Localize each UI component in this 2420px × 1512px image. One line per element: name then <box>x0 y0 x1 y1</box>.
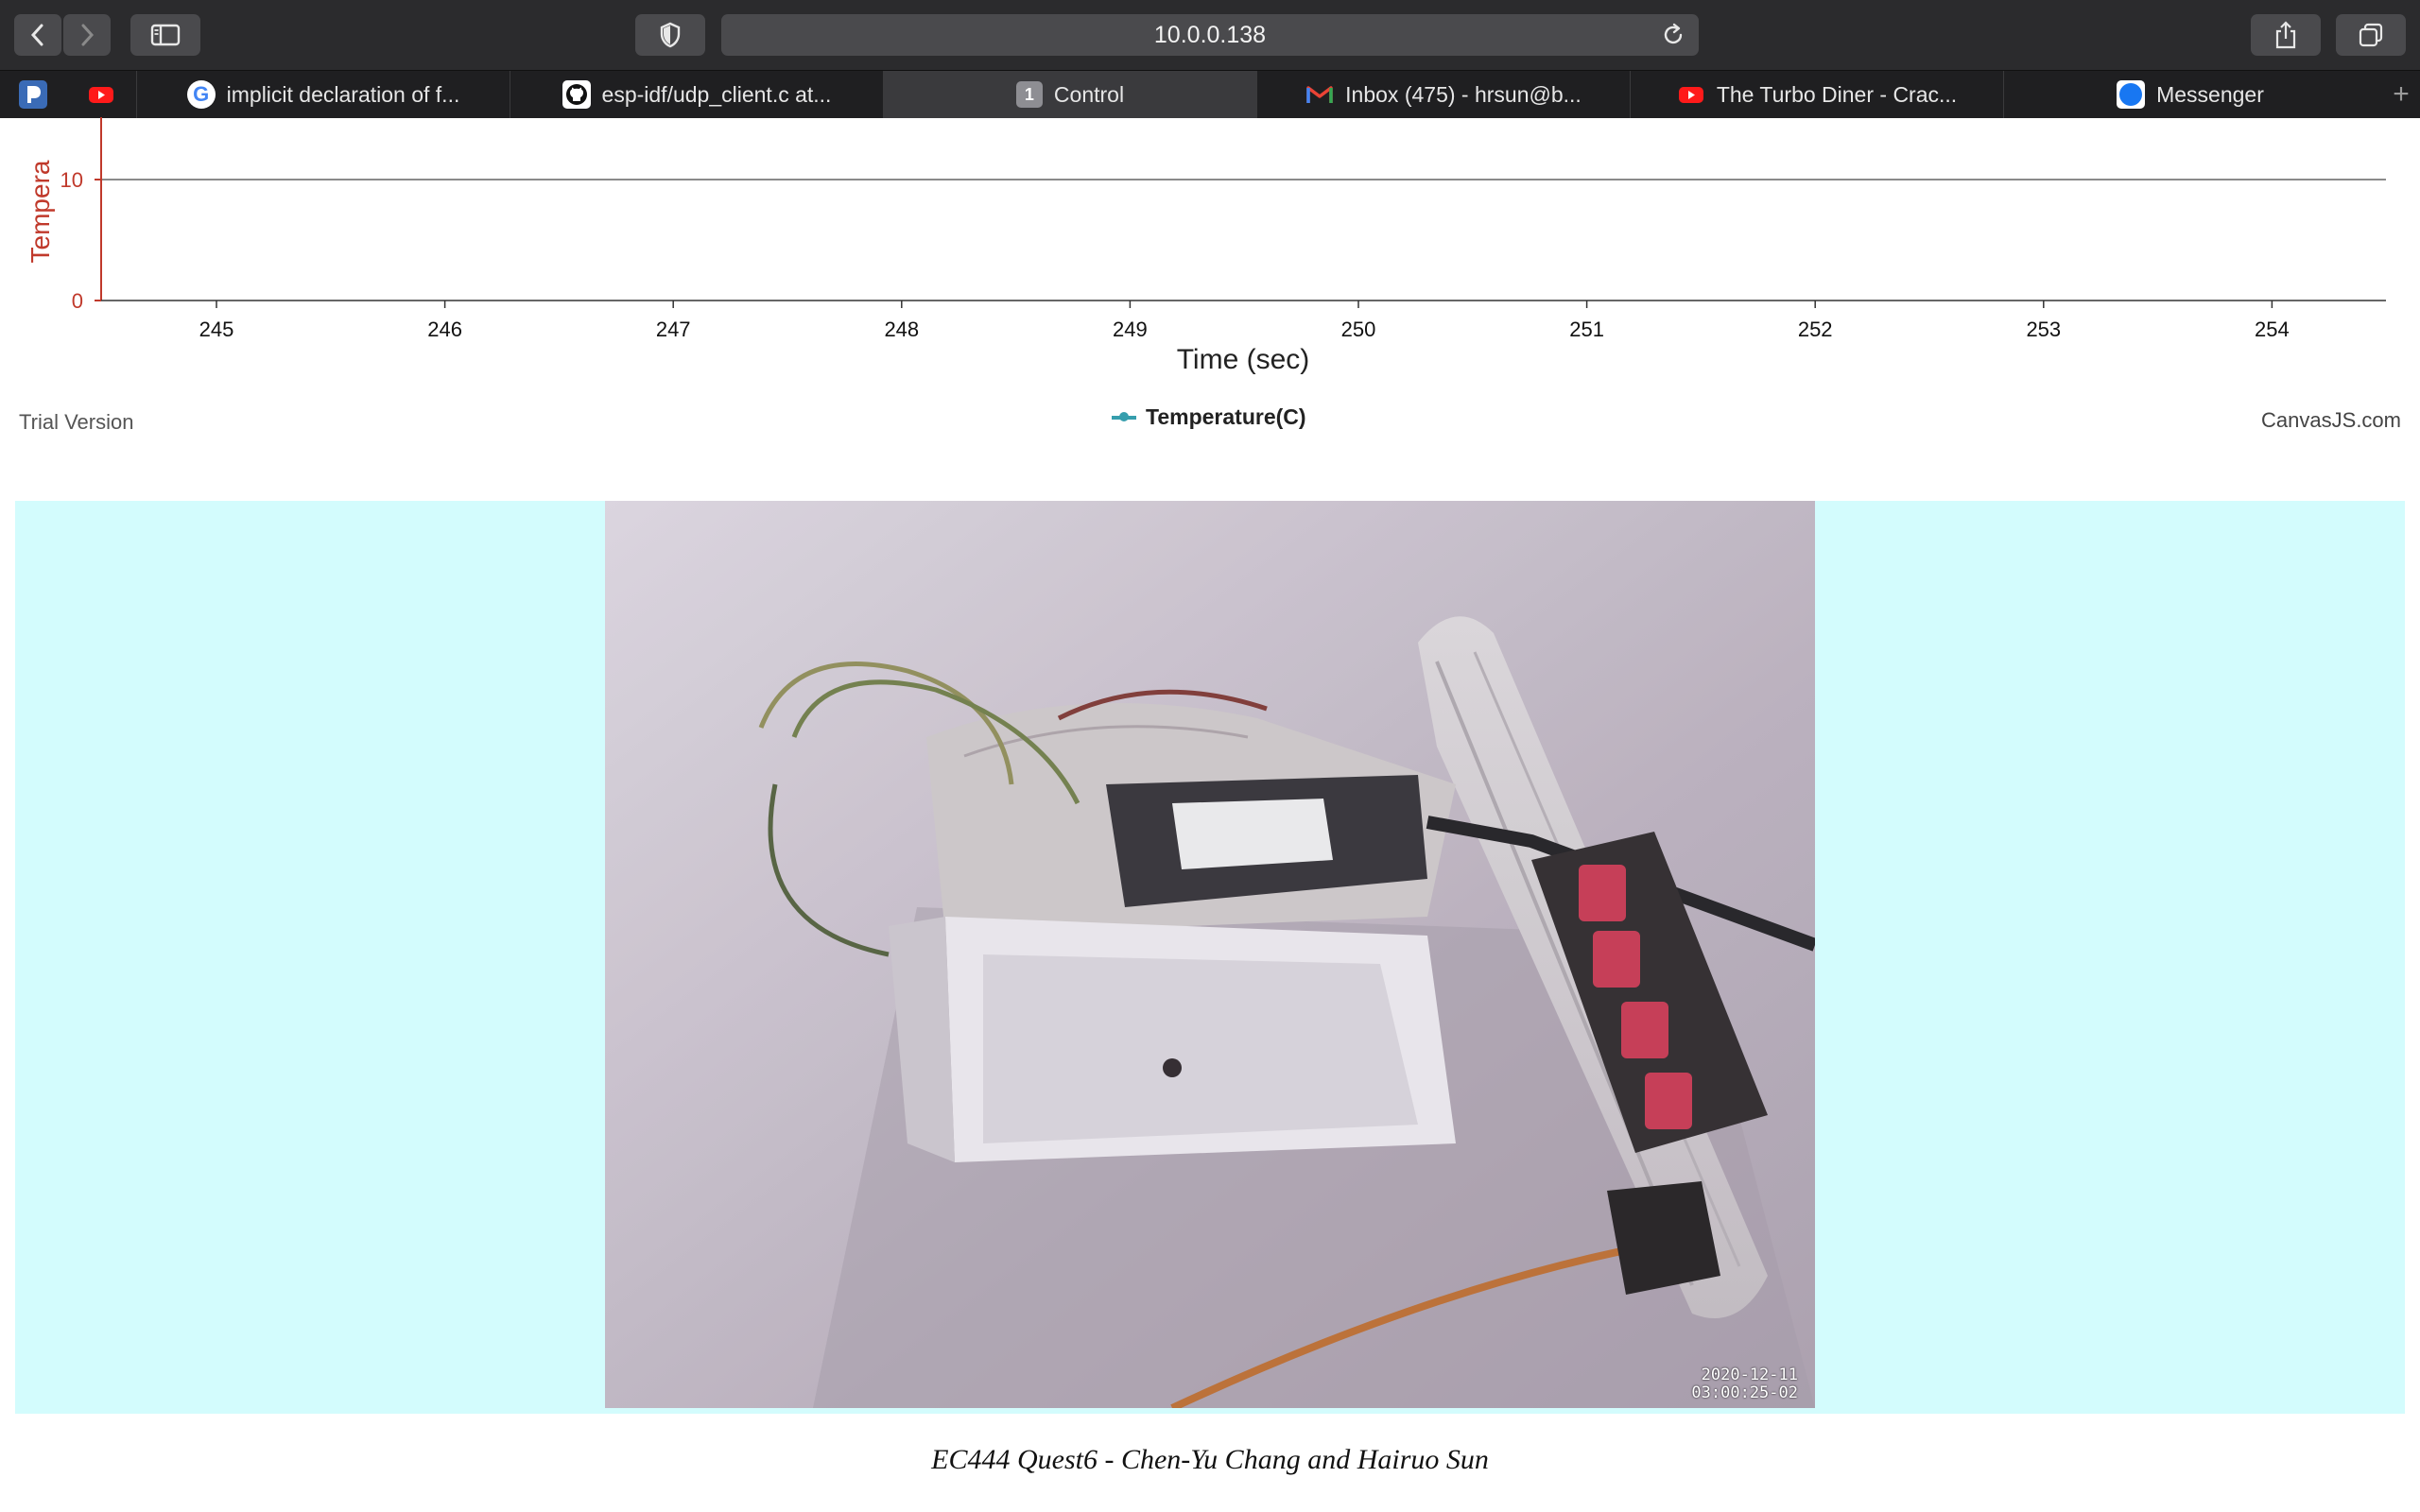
numbered-tab-icon: 1 <box>1015 81 1043 108</box>
y-tick-label: 0 <box>72 289 83 313</box>
new-tab-button[interactable]: + <box>2382 71 2420 118</box>
shield-icon <box>660 22 681 48</box>
url-text: 10.0.0.138 <box>1153 22 1267 48</box>
tab-label: esp-idf/udp_client.c at... <box>601 81 832 107</box>
pandora-icon <box>27 86 41 103</box>
x-tick-label: 248 <box>884 318 919 341</box>
camera-feed: 2020-12-11 03:00:25-02 <box>605 501 1815 1408</box>
tab-label: The Turbo Diner - Crac... <box>1716 81 1958 107</box>
tab-messenger[interactable]: Messenger <box>2003 71 2377 118</box>
x-tick-label: 251 <box>1569 318 1604 341</box>
chart-trial-label: Trial Version <box>19 410 134 434</box>
tab-label: Control <box>1053 81 1125 107</box>
youtube-icon <box>1677 80 1705 109</box>
google-icon: G <box>186 80 216 109</box>
pinned-tab-youtube[interactable] <box>87 80 115 109</box>
chart-legend[interactable]: Temperature(C) <box>1112 404 1306 430</box>
github-icon <box>562 80 591 109</box>
youtube-icon <box>89 87 113 103</box>
x-tick-label: 254 <box>2255 318 2290 341</box>
tab-overview-icon <box>2359 23 2383 47</box>
y-tick-label: 10 <box>60 168 83 192</box>
address-bar[interactable]: 10.0.0.138 <box>721 14 1699 56</box>
chevron-right-icon <box>81 24 95 46</box>
tab-control[interactable]: 1 Control <box>883 71 1256 118</box>
privacy-report-button[interactable] <box>635 14 705 56</box>
x-tick-label: 253 <box>2026 318 2061 341</box>
x-axis-title: Time (sec) <box>1177 344 1310 375</box>
forward-button[interactable] <box>63 14 111 56</box>
back-button[interactable] <box>14 14 61 56</box>
chevron-left-icon <box>30 24 43 46</box>
share-button[interactable] <box>2251 14 2321 56</box>
timestamp-time: 03:00:25-02 <box>1691 1383 1798 1402</box>
reload-icon[interactable] <box>1661 23 1685 47</box>
camera-frame <box>605 501 1815 1408</box>
sidebar-icon <box>150 24 181 46</box>
plus-icon: + <box>2393 78 2410 110</box>
x-tick-label: 247 <box>656 318 691 341</box>
x-tick-label: 245 <box>199 318 234 341</box>
legend-marker <box>1112 411 1136 421</box>
tab-overview-button[interactable] <box>2336 14 2406 56</box>
x-tick-label: 246 <box>427 318 462 341</box>
x-tick-label: 252 <box>1798 318 1833 341</box>
x-tick-label: 250 <box>1341 318 1376 341</box>
gmail-icon <box>1305 80 1334 109</box>
x-tick-label: 249 <box>1113 318 1148 341</box>
pinned-tab-pandora[interactable] <box>19 80 47 109</box>
tab-google-search[interactable]: G implicit declaration of f... <box>136 71 510 118</box>
legend-series-label: Temperature(C) <box>1146 404 1306 429</box>
tab-gmail[interactable]: Inbox (475) - hrsun@b... <box>1256 71 1630 118</box>
page-footer-credits: EC444 Quest6 - Chen-Yu Chang and Hairuo … <box>931 1444 1489 1475</box>
timestamp-date: 2020-12-11 <box>1701 1366 1798 1384</box>
tab-label: Inbox (475) - hrsun@b... <box>1345 81 1582 107</box>
tab-youtube-video[interactable]: The Turbo Diner - Crac... <box>1630 71 2003 118</box>
canvasjs-credit-link[interactable]: CanvasJS.com <box>2261 408 2401 433</box>
share-icon <box>2275 21 2296 49</box>
messenger-icon <box>2117 80 2146 109</box>
camera-timestamp: 2020-12-11 03:00:25-02 <box>1691 1366 1798 1402</box>
tab-label: implicit declaration of f... <box>226 81 460 107</box>
y-axis-title: Tempera <box>26 160 55 263</box>
sidebar-toggle-button[interactable] <box>130 14 200 56</box>
tab-bar: G implicit declaration of f... esp-idf/u… <box>0 70 2420 118</box>
tab-label: Messenger <box>2156 81 2264 107</box>
tab-github[interactable]: esp-idf/udp_client.c at... <box>510 71 883 118</box>
browser-toolbar: 10.0.0.138 <box>0 0 2420 70</box>
temperature-chart: Tempera 0 10 245 246 247 248 249 250 251 252 253 2… <box>26 117 2386 375</box>
